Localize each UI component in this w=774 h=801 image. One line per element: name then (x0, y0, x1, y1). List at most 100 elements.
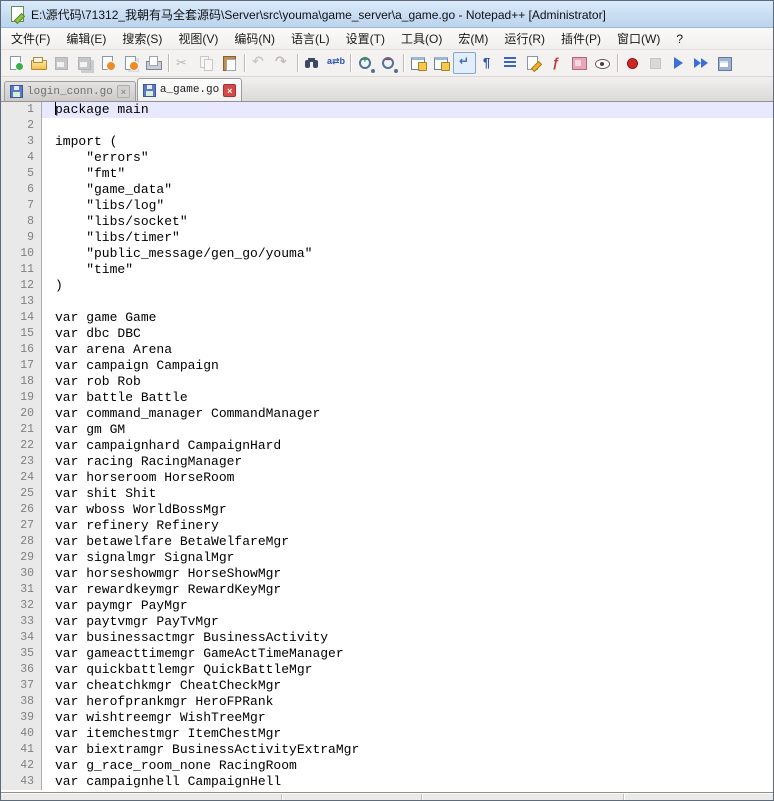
line-number[interactable]: 24 (1, 470, 42, 486)
line-text[interactable]: var arena Arena (42, 342, 773, 358)
line-number[interactable]: 31 (1, 582, 42, 598)
code-line[interactable]: 20var command_manager CommandManager (1, 406, 773, 422)
menu-file[interactable]: 文件(F) (3, 28, 58, 49)
code-line[interactable]: 9 "libs/timer" (1, 230, 773, 246)
editor[interactable]: 1package main23import (4 "errors"5 "fmt"… (1, 102, 773, 792)
code-line[interactable]: 31var rewardkeymgr RewardKeyMgr (1, 582, 773, 598)
code-line[interactable]: 17var campaign Campaign (1, 358, 773, 374)
line-text[interactable]: var g_race_room_none RacingRoom (42, 758, 773, 774)
tab-close-icon[interactable]: × (117, 85, 130, 98)
line-text[interactable]: var gm GM (42, 422, 773, 438)
line-text[interactable]: "fmt" (42, 166, 773, 182)
code-line[interactable]: 35var gameacttimemgr GameActTimeManager (1, 646, 773, 662)
line-number[interactable]: 1 (1, 102, 42, 118)
line-number[interactable]: 9 (1, 230, 42, 246)
line-number[interactable]: 38 (1, 694, 42, 710)
line-number[interactable]: 21 (1, 422, 42, 438)
line-number[interactable]: 23 (1, 454, 42, 470)
line-number[interactable]: 7 (1, 198, 42, 214)
zoom-in-button[interactable] (354, 52, 377, 74)
line-text[interactable]: var quickbattlemgr QuickBattleMgr (42, 662, 773, 678)
line-text[interactable]: var racing RacingManager (42, 454, 773, 470)
line-number[interactable]: 32 (1, 598, 42, 614)
paste-button[interactable] (218, 52, 241, 74)
line-text[interactable] (42, 294, 773, 310)
code-line[interactable]: 21var gm GM (1, 422, 773, 438)
menu-macro[interactable]: 宏(M) (450, 28, 496, 49)
code-line[interactable]: 30var horseshowmgr HorseShowMgr (1, 566, 773, 582)
print-button[interactable] (142, 52, 165, 74)
line-number[interactable]: 11 (1, 262, 42, 278)
function-list-button[interactable] (545, 52, 568, 74)
code-line[interactable]: 24var horseroom HorseRoom (1, 470, 773, 486)
code-line[interactable]: 18var rob Rob (1, 374, 773, 390)
line-text[interactable]: var campaign Campaign (42, 358, 773, 374)
code-line[interactable]: 8 "libs/socket" (1, 214, 773, 230)
code-line[interactable]: 1package main (1, 102, 773, 118)
line-text[interactable]: var campaignhell CampaignHell (42, 774, 773, 790)
line-text[interactable]: var refinery Refinery (42, 518, 773, 534)
sync-vertical-button[interactable] (407, 52, 430, 74)
menu-help[interactable]: ? (668, 30, 691, 48)
doc-map-button[interactable] (568, 52, 591, 74)
line-number[interactable]: 19 (1, 390, 42, 406)
line-text[interactable]: "errors" (42, 150, 773, 166)
line-number[interactable]: 37 (1, 678, 42, 694)
line-text[interactable]: var paytvmgr PayTvMgr (42, 614, 773, 630)
line-text[interactable]: var rob Rob (42, 374, 773, 390)
line-number[interactable]: 8 (1, 214, 42, 230)
line-number[interactable]: 14 (1, 310, 42, 326)
code-line[interactable]: 7 "libs/log" (1, 198, 773, 214)
line-number[interactable]: 10 (1, 246, 42, 262)
code-line[interactable]: 14var game Game (1, 310, 773, 326)
line-text[interactable]: var herofprankmgr HeroFPRank (42, 694, 773, 710)
code-line[interactable]: 12) (1, 278, 773, 294)
line-text[interactable]: var dbc DBC (42, 326, 773, 342)
line-text[interactable] (42, 118, 773, 134)
line-text[interactable]: "time" (42, 262, 773, 278)
line-text[interactable]: var command_manager CommandManager (42, 406, 773, 422)
line-text[interactable]: "public_message/gen_go/youma" (42, 246, 773, 262)
code-line[interactable]: 25var shit Shit (1, 486, 773, 502)
line-text[interactable]: "game_data" (42, 182, 773, 198)
open-file-button[interactable] (27, 52, 50, 74)
menu-edit[interactable]: 编辑(E) (58, 28, 114, 49)
line-text[interactable]: var businessactmgr BusinessActivity (42, 630, 773, 646)
code-line[interactable]: 4 "errors" (1, 150, 773, 166)
undo-button[interactable] (248, 52, 271, 74)
save-all-button[interactable] (73, 52, 96, 74)
line-number[interactable]: 2 (1, 118, 42, 134)
menu-run[interactable]: 运行(R) (496, 28, 553, 49)
line-text[interactable]: var game Game (42, 310, 773, 326)
menu-window[interactable]: 窗口(W) (609, 28, 668, 49)
line-number[interactable]: 26 (1, 502, 42, 518)
line-text[interactable]: var wboss WorldBossMgr (42, 502, 773, 518)
menu-search[interactable]: 搜索(S) (114, 28, 170, 49)
macro-record-button[interactable] (621, 52, 644, 74)
line-text[interactable]: package main (42, 102, 773, 118)
line-number[interactable]: 5 (1, 166, 42, 182)
define-language-button[interactable] (522, 52, 545, 74)
doc-switcher-button[interactable] (591, 52, 614, 74)
code-line[interactable]: 6 "game_data" (1, 182, 773, 198)
copy-button[interactable] (195, 52, 218, 74)
line-number[interactable]: 27 (1, 518, 42, 534)
code-line[interactable]: 3import ( (1, 134, 773, 150)
word-wrap-button[interactable] (453, 52, 476, 74)
code-line[interactable]: 28var betawelfare BetaWelfareMgr (1, 534, 773, 550)
notepadpp-app-icon[interactable] (9, 6, 25, 22)
menu-settings[interactable]: 设置(T) (338, 28, 393, 49)
line-number[interactable]: 20 (1, 406, 42, 422)
line-number[interactable]: 16 (1, 342, 42, 358)
replace-button[interactable] (324, 52, 347, 74)
line-text[interactable]: "libs/timer" (42, 230, 773, 246)
line-number[interactable]: 34 (1, 630, 42, 646)
code-line[interactable]: 15var dbc DBC (1, 326, 773, 342)
line-text[interactable]: var gameacttimemgr GameActTimeManager (42, 646, 773, 662)
line-number[interactable]: 39 (1, 710, 42, 726)
code-line[interactable]: 36var quickbattlemgr QuickBattleMgr (1, 662, 773, 678)
line-text[interactable]: ) (42, 278, 773, 294)
tab-close-icon[interactable]: × (223, 84, 236, 97)
code-line[interactable]: 37var cheatchkmgr CheatCheckMgr (1, 678, 773, 694)
line-text[interactable]: var battle Battle (42, 390, 773, 406)
